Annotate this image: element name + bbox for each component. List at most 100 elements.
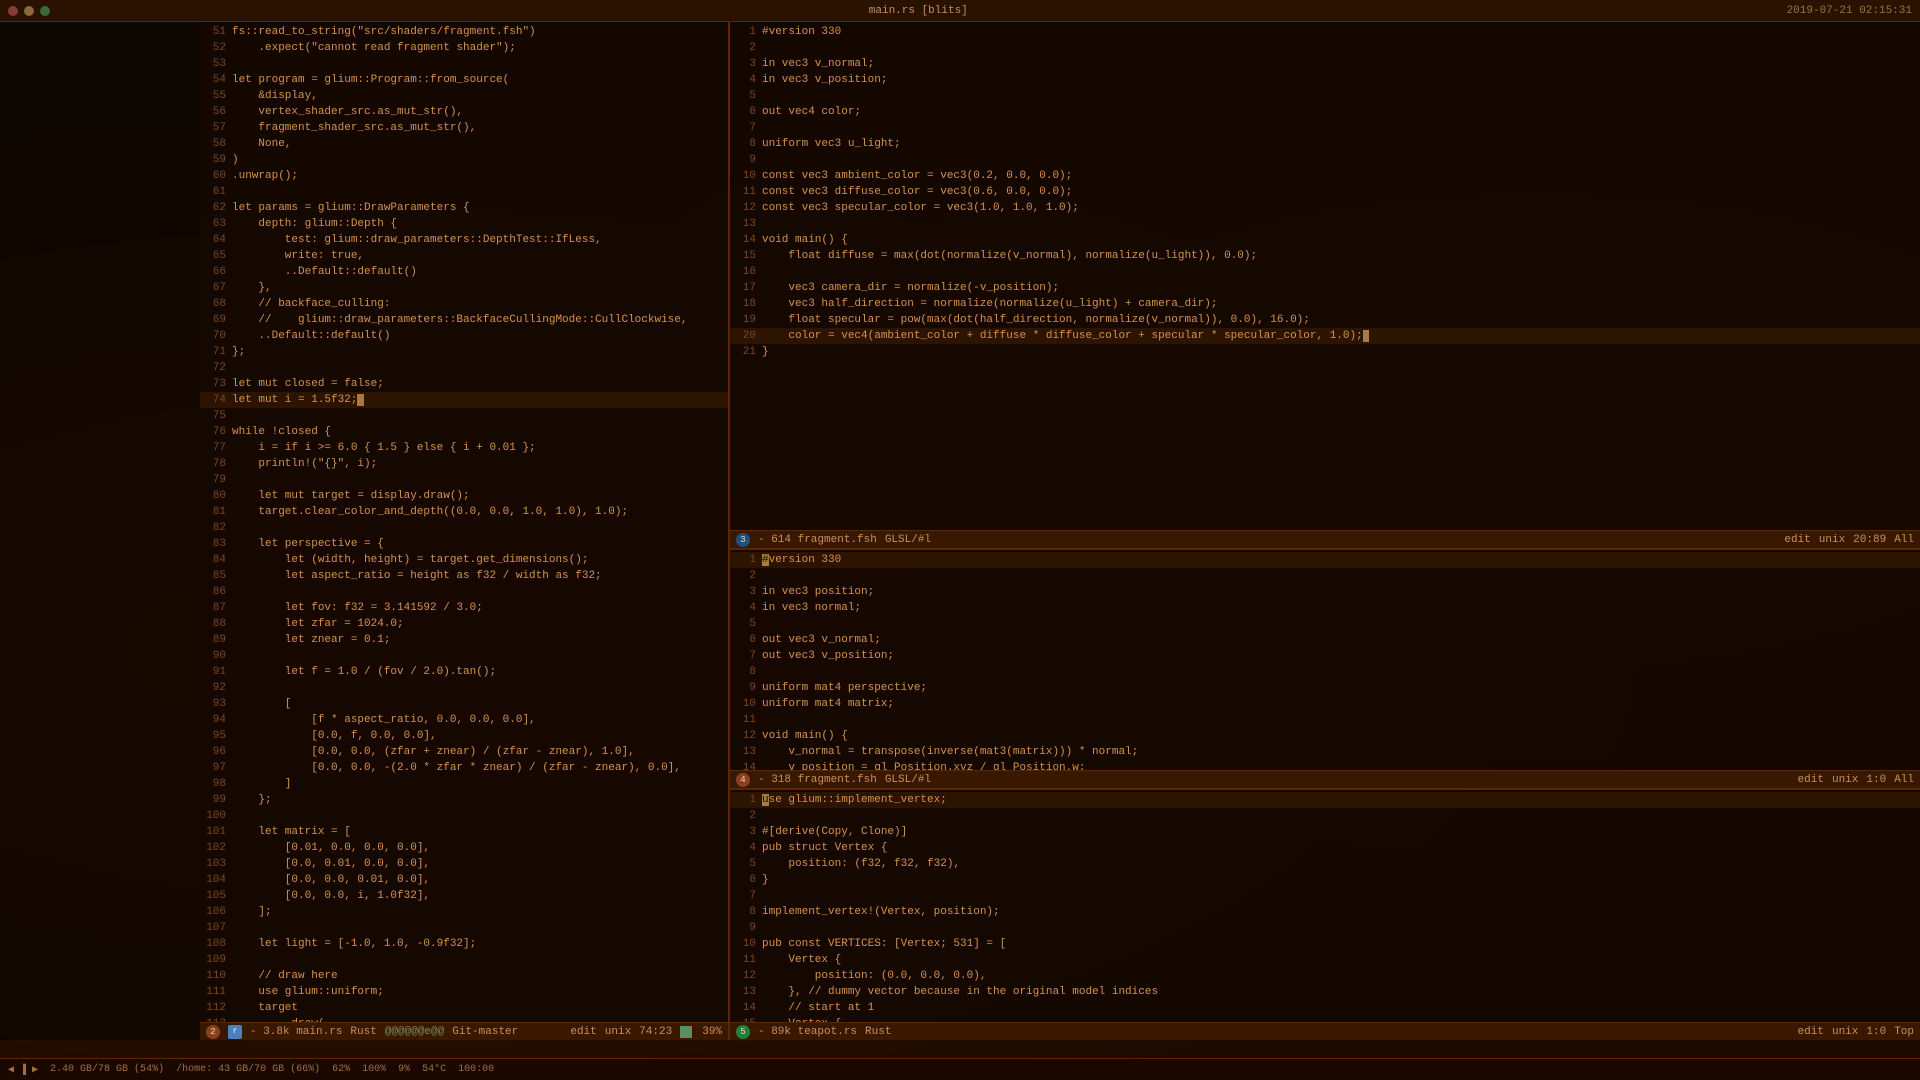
left-sidebar [0,22,200,1040]
code-line-73: 73let mut closed = false; [200,376,728,392]
line-text: let mut target = display.draw(); [232,488,728,504]
line-number: 54 [200,72,232,88]
line-text: let (width, height) = target.get_dimensi… [232,552,728,568]
fragment-fsh-top-code[interactable]: 1#version 33023in vec3 v_normal;4in vec3… [730,22,1920,530]
line-text: None, [232,136,728,152]
line-number: 98 [200,776,232,792]
rm-file-info: - 318 fragment.fsh [758,774,877,786]
main-rs-code[interactable]: 51fs::read_to_string("src/shaders/fragme… [200,22,728,1022]
rb-file-info: - 89k teapot.rs [758,1026,857,1038]
code-line-14: 14 v_position = gl_Position.xyz / gl_Pos… [730,760,1920,770]
rt-extra: All [1894,534,1914,546]
code-line-92: 92 [200,680,728,696]
line-number: 8 [730,664,762,680]
code-line-85: 85 let aspect_ratio = height as f32 / wi… [200,568,728,584]
line-number: 60 [200,168,232,184]
sys-power: 100:00 [458,1064,494,1075]
right-mid-status-bar: 4 - 318 fragment.fsh GLSL/#l edit unix 1… [730,770,1920,788]
code-line-84: 84 let (width, height) = target.get_dime… [200,552,728,568]
line-text: fragment_shader_src.as_mut_str(), [232,120,728,136]
code-line-82: 82 [200,520,728,536]
sys-home: /home: 43 GB/70 GB (66%) [176,1064,320,1075]
line-text [762,152,1920,168]
line-text [232,584,728,600]
minimize-button[interactable] [24,6,34,16]
code-line-103: 103 [0.0, 0.01, 0.0, 0.0], [200,856,728,872]
close-button[interactable] [8,6,18,16]
line-number: 8 [730,136,762,152]
rb-position: 1:0 [1866,1026,1886,1038]
line-text: test: glium::draw_parameters::DepthTest:… [232,232,728,248]
line-number: 2 [730,568,762,584]
line-text: use glium::implement_vertex; [762,792,1920,808]
line-text: } [762,872,1920,888]
right-bot-status-bar: 5 - 89k teapot.rs Rust edit unix 1:0 Top [730,1022,1920,1040]
line-number: 52 [200,40,232,56]
line-number: 2 [730,40,762,56]
line-text: position: (f32, f32, f32), [762,856,1920,872]
rm-status-right: edit unix 1:0 All [1798,774,1914,786]
line-number: 9 [730,680,762,696]
pane-number-5: 5 [736,1025,750,1039]
code-line-68: 68 // backface_culling: [200,296,728,312]
line-number: 64 [200,232,232,248]
code-line-74: 74let mut i = 1.5f32; [200,392,728,408]
code-line-79: 79 [200,472,728,488]
line-number: 78 [200,456,232,472]
system-time: 2019-07-21 02:15:31 [1787,5,1912,17]
window-title: main.rs [blits] [50,5,1787,17]
line-number: 81 [200,504,232,520]
line-number: 11 [730,952,762,968]
code-line-54: 54let program = glium::Program::from_sou… [200,72,728,88]
line-text: let program = glium::Program::from_sourc… [232,72,728,88]
line-number: 1 [730,24,762,40]
code-line-111: 111 use glium::uniform; [200,984,728,1000]
line-text: target.clear_color_and_depth((0.0, 0.0, … [232,504,728,520]
line-text: out vec3 v_position; [762,648,1920,664]
line-text: write: true, [232,248,728,264]
line-number: 15 [730,248,762,264]
right-top-status-bar: 3 - 614 fragment.fsh GLSL/#l edit unix 2… [730,530,1920,548]
line-text: }; [232,344,728,360]
code-line-78: 78 println!("{}", i); [200,456,728,472]
line-number: 108 [200,936,232,952]
code-line-8: 8uniform vec3 u_light; [730,136,1920,152]
line-text: }; [232,792,728,808]
fragment-fsh-mid-code[interactable]: 1#version 33023in vec3 position;4in vec3… [730,550,1920,770]
line-text: vertex_shader_src.as_mut_str(), [232,104,728,120]
line-number: 79 [200,472,232,488]
line-number: 63 [200,216,232,232]
code-line-3: 3in vec3 position; [730,584,1920,600]
line-text [762,712,1920,728]
line-number: 89 [200,632,232,648]
teapot-rs-code[interactable]: 1use glium::implement_vertex;23#[derive(… [730,790,1920,1022]
code-line-13: 13 [730,216,1920,232]
line-text: in vec3 v_normal; [762,56,1920,72]
code-line-75: 75 [200,408,728,424]
code-line-3: 3in vec3 v_normal; [730,56,1920,72]
maximize-button[interactable] [40,6,50,16]
left-git: Git-master [452,1026,518,1038]
line-number: 5 [730,88,762,104]
line-number: 14 [730,232,762,248]
line-text: let params = glium::DrawParameters { [232,200,728,216]
line-text: [0.0, 0.0, -(2.0 * zfar * znear) / (zfar… [232,760,728,776]
code-line-112: 112 target [200,1000,728,1016]
rb-extra: Top [1894,1026,1914,1038]
code-line-55: 55 &display, [200,88,728,104]
line-number: 51 [200,24,232,40]
line-text: // glium::draw_parameters::BackfaceCulli… [232,312,728,328]
line-number: 61 [200,184,232,200]
line-number: 13 [730,744,762,760]
rm-encoding: unix [1832,774,1858,786]
line-number: 107 [200,920,232,936]
line-text: out vec3 v_normal; [762,632,1920,648]
line-text: float diffuse = max(dot(normalize(v_norm… [762,248,1920,264]
left-file-info: - 3.8k main.rs [250,1026,342,1038]
code-line-11: 11const vec3 diffuse_color = vec3(0.6, 0… [730,184,1920,200]
line-number: 3 [730,56,762,72]
line-text: in vec3 v_position; [762,72,1920,88]
line-number: 6 [730,104,762,120]
rb-encoding: unix [1832,1026,1858,1038]
line-number: 106 [200,904,232,920]
